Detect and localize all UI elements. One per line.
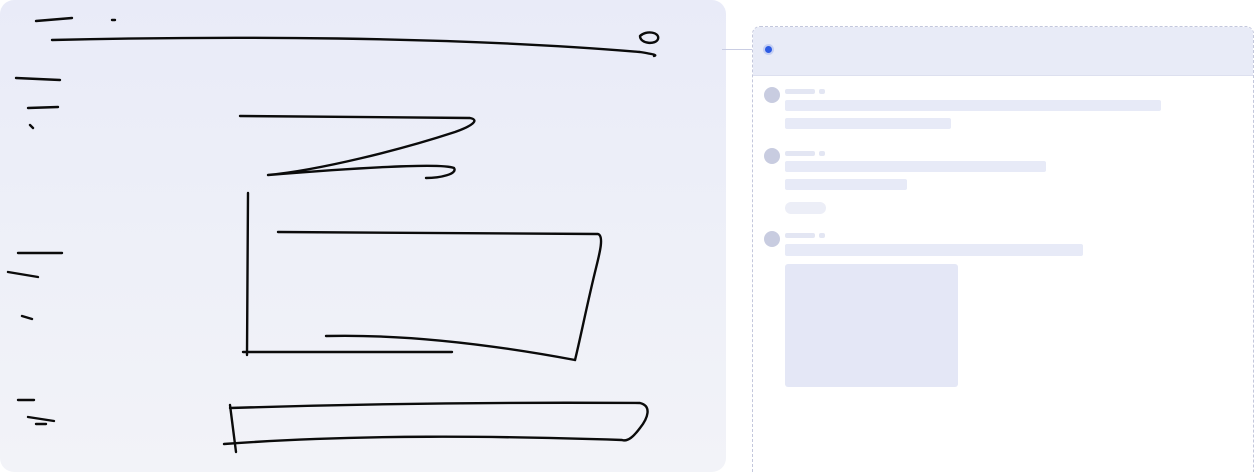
feed-preview-panel: [752, 26, 1254, 472]
sketch-nav-dash: [6, 270, 40, 279]
post-tag-pill: [785, 202, 826, 214]
post-line: [785, 161, 1046, 172]
sketch-header-line: [50, 36, 657, 58]
post-image-placeholder: [785, 264, 958, 387]
wireframe-sketch-card: [0, 0, 726, 472]
avatar: [764, 87, 780, 103]
sketch-bottom-bar-edge: [228, 403, 238, 454]
post-meta: [785, 233, 815, 238]
preview-header: [753, 27, 1253, 76]
post-line: [785, 179, 907, 190]
sketch-box-bottom: [324, 334, 577, 362]
sketch-nav-dash: [14, 76, 62, 82]
sketch-zigzag-heading: [238, 114, 476, 180]
sketch-nav-dash: [28, 123, 35, 130]
sketch-bottom-bar: [222, 401, 649, 446]
post-line: [785, 244, 1083, 256]
anchor-dot-icon[interactable]: [765, 46, 772, 53]
post-line: [785, 100, 1161, 111]
avatar: [764, 148, 780, 164]
sketch-header-icon: [638, 31, 660, 44]
sketch-header-dash: [34, 16, 74, 23]
sketch-nav-dash: [20, 314, 34, 321]
avatar: [764, 231, 780, 247]
post-meta: [785, 151, 815, 156]
post-meta-dot: [819, 89, 825, 94]
sketch-nav-dash: [26, 105, 60, 110]
post-meta: [785, 89, 815, 94]
hand-drawn-wireframe: [6, 16, 660, 454]
post-line: [785, 118, 951, 129]
sketch-box-vertical: [245, 191, 250, 357]
post-meta-dot: [819, 151, 825, 156]
post-meta-dot: [819, 233, 825, 238]
sketch-nav-dash: [26, 415, 56, 423]
